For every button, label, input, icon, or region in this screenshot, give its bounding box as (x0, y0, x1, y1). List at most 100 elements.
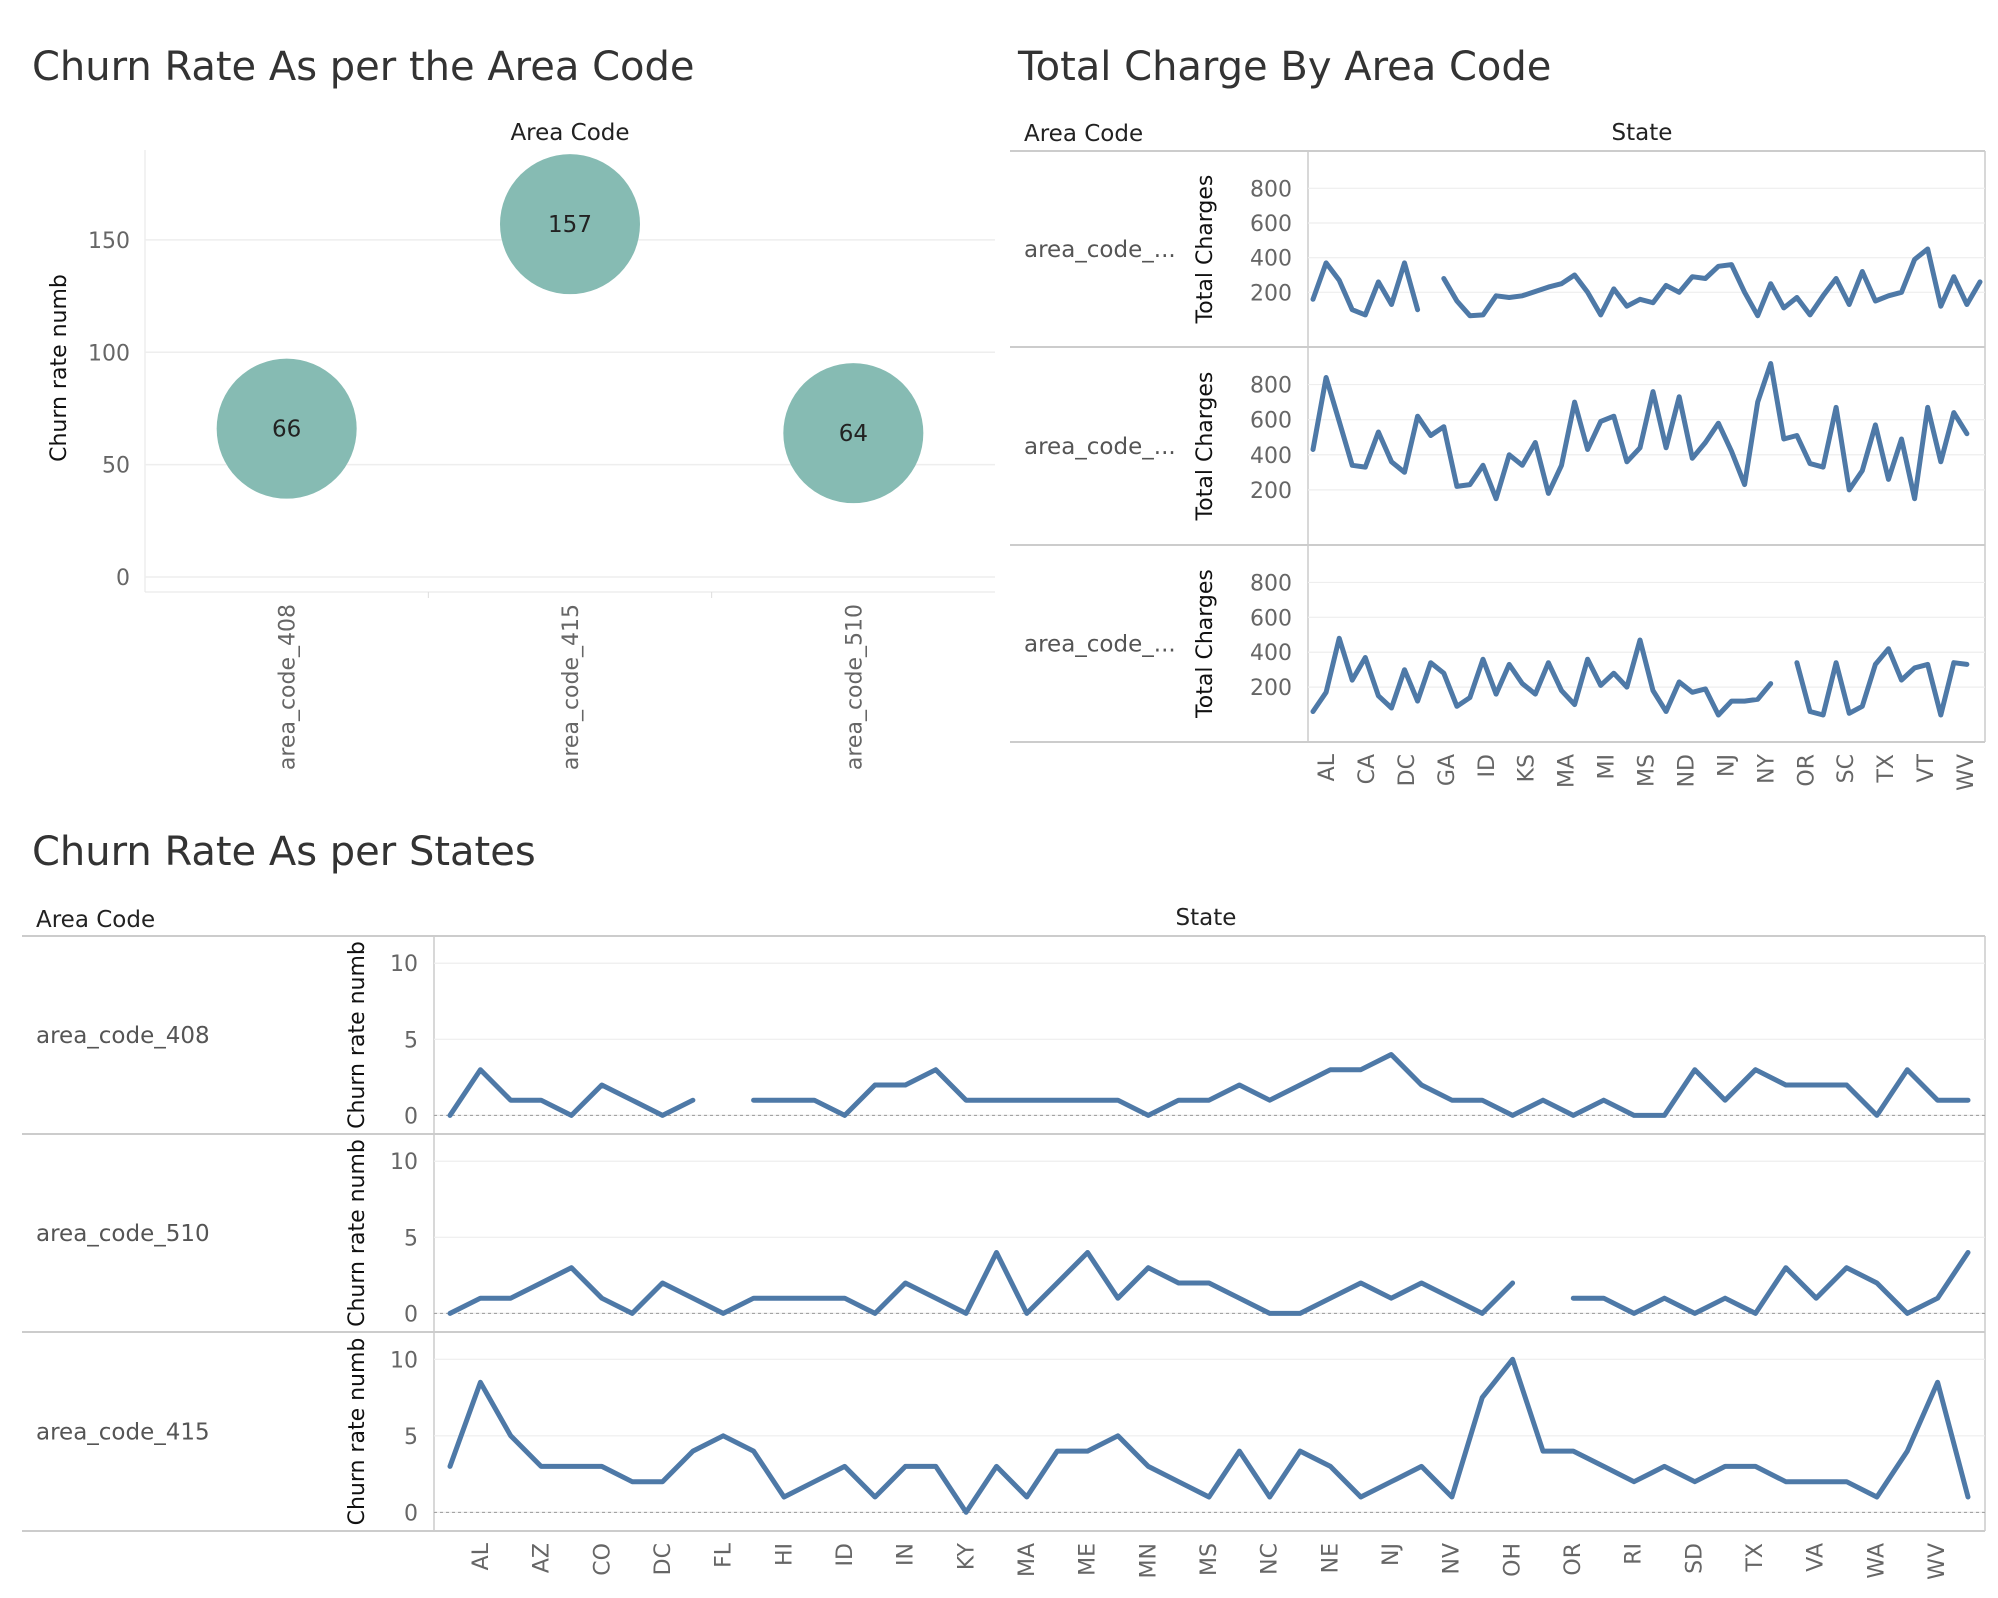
x-tick-label: GA (1435, 754, 1460, 786)
x-tick-label: area_code_415 (559, 604, 584, 770)
x-tick-label: WA (1864, 1543, 1889, 1579)
row-label: area_code_408 (36, 1023, 210, 1049)
y-axis-label: Total Charges (1193, 372, 1218, 522)
x-tick-label: NE (1318, 1543, 1343, 1573)
panel-3: 0 5 10 Churn rate numb area_code_415 (22, 1331, 1985, 1526)
y-tick-label: 600 (1250, 409, 1292, 434)
chart-total-charge: Total Charge By Area Code Area Code Stat… (1010, 44, 1986, 791)
x-tick-label: HI (772, 1543, 797, 1566)
x-tick-label: MS (1635, 754, 1660, 787)
x-tick-label: area_code_510 (842, 604, 867, 770)
x-tick-label: ID (1475, 754, 1500, 777)
y-axis-label: Churn rate numb (345, 1338, 370, 1526)
chart-title: Churn Rate As per States (32, 829, 536, 875)
y-tick-label: 0 (116, 566, 130, 591)
x-tick-label: VT (1914, 753, 1939, 782)
column-header: State (1612, 120, 1673, 146)
series-line (1310, 246, 1983, 319)
y-tick-label: 800 (1250, 374, 1292, 399)
x-tick-label: KY (954, 1542, 979, 1570)
row-header: Area Code (1024, 121, 1143, 147)
y-axis-label: Total Charges (1193, 175, 1218, 325)
x-tick-label: MS (1197, 1543, 1222, 1576)
y-tick-label: 5 (404, 1425, 418, 1450)
x-tick-label: MI (1595, 754, 1620, 779)
x-tick-label: NC (1258, 1543, 1283, 1575)
x-tick-label: IN (894, 1543, 919, 1566)
x-tick-label: SC (1834, 754, 1859, 783)
x-tick-label: DC (651, 1543, 676, 1575)
x-tick-label: AZ (530, 1543, 555, 1573)
series-line (1310, 361, 1970, 502)
y-tick-label: 50 (102, 454, 130, 479)
x-tick-label: OR (1794, 754, 1819, 787)
y-tick-label: 10 (390, 1348, 418, 1373)
y-tick-label: 400 (1250, 444, 1292, 469)
y-tick-label: 150 (88, 229, 130, 254)
dashboard-canvas: Churn Rate As per the Area Code Area Cod… (22, 44, 1986, 1580)
x-tick-label: NV (1440, 1543, 1465, 1575)
y-axis-label: Churn rate numb (47, 274, 72, 462)
row-header: Area Code (36, 907, 155, 933)
y-tick-label: 5 (404, 1028, 418, 1053)
y-tick-label: 100 (88, 341, 130, 366)
x-tick-label: area_code_408 (276, 604, 301, 770)
x-tick-label: OR (1561, 1543, 1586, 1576)
x-tick-label: TX (1743, 1543, 1768, 1573)
x-tick-label: MN (1136, 1543, 1161, 1578)
series-line (1310, 635, 1970, 718)
y-tick-label: 10 (390, 1150, 418, 1175)
row-label: area_code_... (1024, 632, 1176, 658)
x-tick-label: CA (1355, 754, 1380, 784)
y-tick-label: 200 (1250, 676, 1292, 701)
y-tick-label: 10 (390, 952, 418, 977)
panel-2: 0 5 10 Churn rate numb area_code_510 (22, 1133, 1985, 1327)
x-tick-label: MA (1555, 754, 1580, 788)
panel-3: 200 400 600 800 Total Charges area_code_... (1010, 544, 1985, 719)
row-label: area_code_510 (36, 1221, 210, 1247)
x-tick-label: DC (1395, 754, 1420, 786)
x-tick-label: AL (469, 1542, 494, 1570)
x-tick-label: WV (1954, 754, 1979, 791)
column-header: State (1176, 905, 1237, 931)
x-tick-label: NJ (1379, 1543, 1404, 1566)
panel-1: 200 400 600 800 Total Charges area_code_... (1024, 175, 1985, 325)
x-tick-label: NJ (1714, 754, 1739, 777)
y-tick-label: 800 (1250, 177, 1292, 202)
y-tick-label: 400 (1250, 641, 1292, 666)
chart-title: Churn Rate As per the Area Code (32, 44, 694, 90)
y-tick-label: 600 (1250, 606, 1292, 631)
x-tick-label: MA (1015, 1543, 1040, 1577)
x-tick-label: ME (1076, 1543, 1101, 1576)
y-tick-label: 800 (1250, 571, 1292, 596)
x-tick-label: WV (1925, 1543, 1950, 1580)
row-label: area_code_... (1024, 434, 1176, 460)
x-tick-label: FL (712, 1542, 737, 1568)
y-tick-label: 0 (404, 1302, 418, 1327)
y-tick-label: 0 (404, 1104, 418, 1129)
data-label: 157 (548, 212, 592, 238)
x-tick-label: AL (1315, 753, 1340, 781)
y-axis-label: Total Charges (1193, 569, 1218, 719)
x-tick-label: TX (1874, 754, 1899, 784)
y-tick-label: 200 (1250, 479, 1292, 504)
row-label: area_code_415 (36, 1420, 210, 1446)
series-line (447, 1250, 1971, 1316)
x-tick-label: NY (1754, 753, 1779, 783)
x-tick-label: ID (833, 1543, 858, 1566)
panel-2: 200 400 600 800 Total Charges area_code_... (1010, 346, 1985, 522)
y-tick-label: 0 (404, 1501, 418, 1526)
data-label: 66 (272, 417, 301, 443)
x-tick-label: CO (590, 1543, 615, 1576)
y-tick-label: 5 (404, 1226, 418, 1251)
column-header: Area Code (510, 120, 629, 146)
y-tick-label: 400 (1250, 247, 1292, 272)
data-label: 64 (839, 421, 868, 447)
chart-area-code-bubbles: Churn Rate As per the Area Code Area Cod… (32, 44, 995, 770)
y-axis-label: Churn rate numb (345, 1139, 370, 1327)
series-line (447, 1052, 1971, 1118)
chart-churn-states: Churn Rate As per States Area Code State… (22, 829, 1986, 1580)
chart-title: Total Charge By Area Code (1017, 44, 1551, 90)
panel-1: 0 5 10 Churn rate numb area_code_408 (36, 941, 1985, 1129)
y-tick-label: 600 (1250, 212, 1292, 237)
